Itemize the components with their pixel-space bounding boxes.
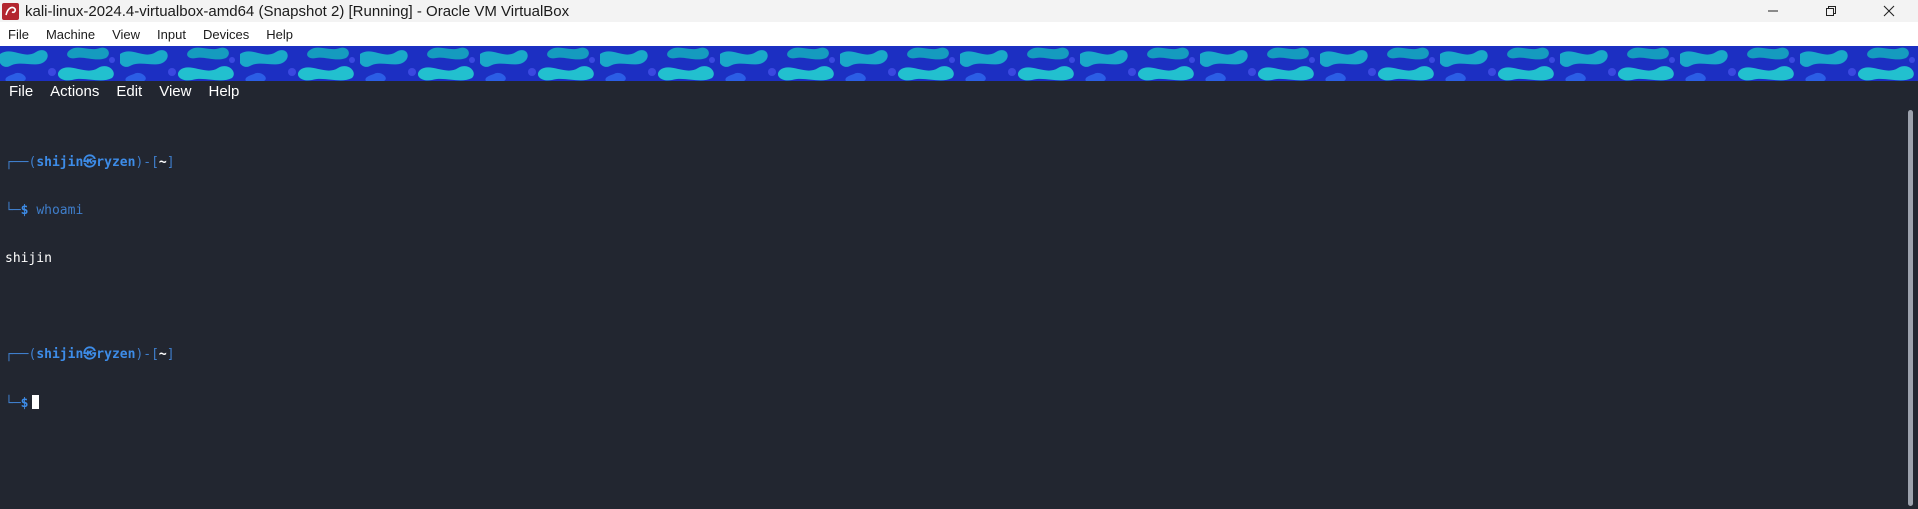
host-menu-bar: File Machine View Input Devices Help [0,22,1918,47]
command-text: whoami [36,203,84,218]
prompt-dollar: $ [20,203,29,218]
desktop-wallpaper [0,46,1918,81]
wallpaper-pattern [0,46,1918,81]
terminal-menu-bar: File Actions Edit View Help [0,81,1918,102]
minimize-button[interactable] [1744,0,1802,22]
terminal-menu-actions[interactable]: Actions [41,83,107,100]
scrollbar-thumb[interactable] [1908,110,1913,506]
virtualbox-icon [1,2,19,20]
close-button[interactable] [1860,0,1918,22]
window-controls [1744,0,1918,22]
prompt-line-2: ┌──(shijin㉿ryzen)-[~] [5,347,175,362]
host-menu-file[interactable]: File [0,27,38,42]
prompt-separator: ㉿ [83,155,97,170]
prompt-dir: ~ [158,155,167,170]
host-menu-devices[interactable]: Devices [195,27,258,42]
terminal-menu-view[interactable]: View [150,83,199,100]
title-bar: kali-linux-2024.4-virtualbox-amd64 (Snap… [0,0,1918,22]
close-icon [1883,5,1895,17]
virtualbox-window: kali-linux-2024.4-virtualbox-amd64 (Snap… [0,0,1918,509]
restore-icon [1826,6,1836,16]
command-output: shijin [5,251,52,266]
prompt-user: shijin [36,155,84,170]
prompt-host: ryzen [96,155,136,170]
restore-button[interactable] [1802,0,1860,22]
command-line-2: └─$ [5,395,175,411]
terminal-menu-edit[interactable]: Edit [107,83,150,100]
host-menu-view[interactable]: View [104,27,149,42]
command-line-1: └─$ whoami [5,203,84,218]
terminal-output[interactable]: ┌──(shijin㉿ryzen)-[~] └─$ whoami shijin … [5,123,175,443]
host-menu-machine[interactable]: Machine [38,27,104,42]
host-menu-help[interactable]: Help [258,27,302,42]
prompt-line-1: ┌──(shijin㉿ryzen)-[~] [5,155,175,170]
terminal-menu-file[interactable]: File [0,83,41,100]
terminal-window[interactable]: File Actions Edit View Help ┌──(shijin㉿r… [0,81,1918,509]
terminal-menu-help[interactable]: Help [199,83,247,100]
host-menu-input[interactable]: Input [149,27,195,42]
minimize-icon [1768,10,1778,12]
text-cursor [32,395,40,409]
terminal-scrollbar[interactable] [1902,102,1918,509]
window-title: kali-linux-2024.4-virtualbox-amd64 (Snap… [25,2,570,20]
